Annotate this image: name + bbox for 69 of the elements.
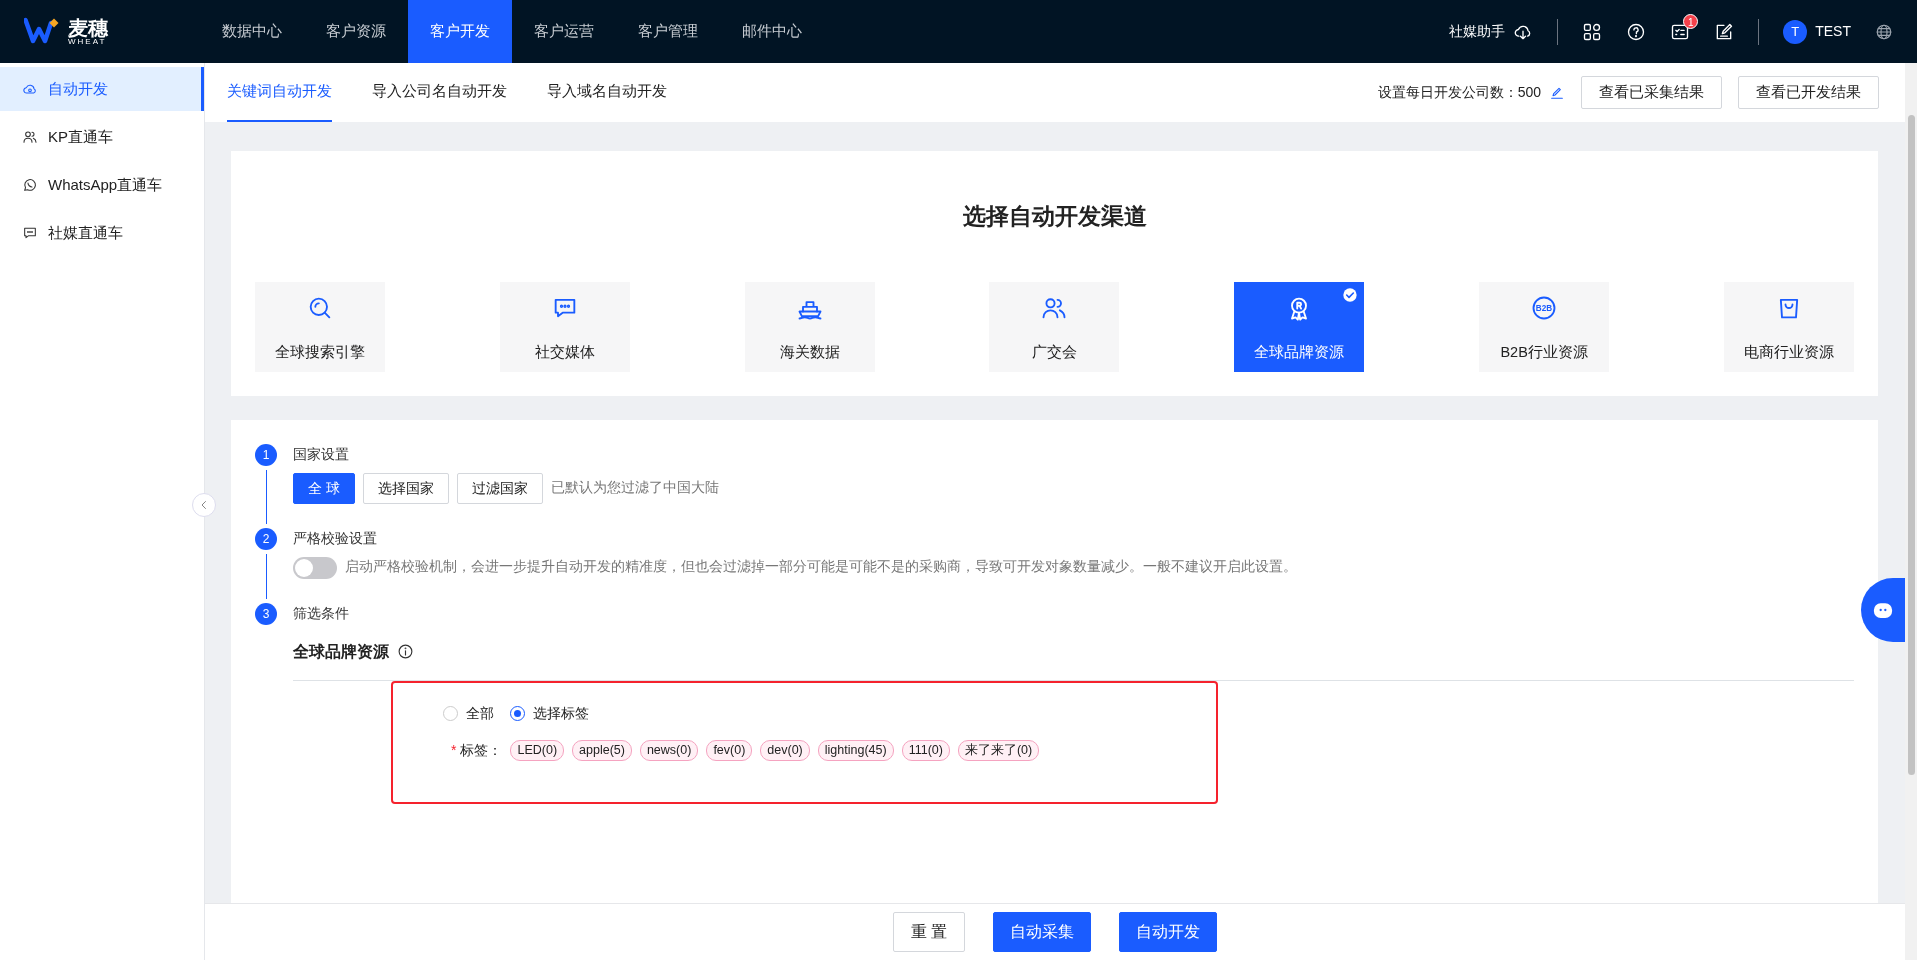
required-mark: * <box>451 740 457 760</box>
action-button[interactable]: 查看已采集结果 <box>1581 76 1722 109</box>
edit-note-icon <box>1714 21 1735 42</box>
tag[interactable]: news(0) <box>639 739 699 761</box>
footer-button[interactable]: 重 置 <box>892 912 966 952</box>
field-label: 标签： <box>460 740 503 760</box>
daily-limit-text: 设置每日开发公司数：500 <box>1377 83 1541 102</box>
description-text: 启动严格校验机制，会进一步提升自动开发的精准度，但也会过滤掉一部分可能是可能不是的采购商，导致可开发对象数量减少。一般不建议开启此设置。 <box>345 558 1297 577</box>
help-icon <box>1626 21 1647 42</box>
nav-tab[interactable]: 邮件中心 <box>720 0 824 63</box>
user-avatar[interactable]: T <box>1783 19 1808 44</box>
tag[interactable]: fev(0) <box>706 739 753 761</box>
step-title: 严格校验设置 <box>293 528 378 548</box>
tag[interactable]: lighting(45) <box>817 739 894 761</box>
radio-button[interactable] <box>510 705 525 721</box>
channel-card[interactable]: 电商行业资源 <box>1723 281 1854 372</box>
radio-label: 选择标签 <box>533 703 589 723</box>
tab[interactable]: 关键词自动开发 <box>227 63 332 122</box>
toggle-switch[interactable] <box>293 556 337 579</box>
info-icon <box>397 643 414 660</box>
radio-option[interactable]: 选择标签 <box>510 702 589 724</box>
logo-text: 麦穗 <box>68 17 108 38</box>
scrollbar-thumb[interactable] <box>1907 115 1915 775</box>
chat-icon <box>22 225 38 241</box>
nav-tab[interactable]: 客户运营 <box>512 0 616 63</box>
section-title: 选择自动开发渠道 <box>961 202 1148 231</box>
hint-text: 已默认为您过滤了中国大陆 <box>550 478 719 497</box>
step-title: 国家设置 <box>293 444 350 464</box>
channel-card[interactable]: B2B B2B行业资源 <box>1479 281 1610 372</box>
notification-badge: 1 <box>1683 13 1699 29</box>
step-number: 1 <box>255 443 277 466</box>
footer-button[interactable]: 自动开发 <box>1119 912 1218 952</box>
tag[interactable]: apple(5) <box>572 739 632 761</box>
globe-icon <box>1875 22 1893 41</box>
tag[interactable]: LED(0) <box>510 739 565 761</box>
tag[interactable]: 111(0) <box>901 739 950 761</box>
nav-tab[interactable]: 客户管理 <box>616 0 720 63</box>
tab[interactable]: 导入公司名自动开发 <box>372 63 507 122</box>
people-icon <box>22 129 38 145</box>
nav-tab[interactable]: 客户资源 <box>304 0 408 63</box>
tag[interactable]: dev(0) <box>760 739 810 761</box>
apps-icon <box>1582 21 1603 42</box>
step-number: 3 <box>255 602 277 625</box>
whatsapp-icon <box>22 177 38 193</box>
assistant-link[interactable]: 社媒助手 <box>1449 21 1506 42</box>
logo-subtitle: WHEAT <box>68 37 107 46</box>
channel-card[interactable]: 全球搜索引擎 <box>255 281 385 372</box>
footer-button[interactable]: 自动采集 <box>993 912 1092 952</box>
action-button[interactable]: 查看已开发结果 <box>1738 76 1879 109</box>
user-name: TEST <box>1815 22 1851 41</box>
channel-card[interactable]: 全球品牌资源 <box>1234 281 1365 372</box>
sidebar-item[interactable]: 自动开发 <box>0 67 204 111</box>
tab[interactable]: 导入域名自动开发 <box>547 63 667 122</box>
radio-option[interactable]: 全部 <box>443 702 494 724</box>
tag[interactable]: 来了来了(0) <box>957 739 1040 761</box>
option-button[interactable]: 全 球 <box>293 472 355 504</box>
channel-card[interactable]: 社交媒体 <box>499 281 630 372</box>
channel-card[interactable]: 海关数据 <box>744 281 875 372</box>
channel-card[interactable]: 广交会 <box>989 281 1120 372</box>
filter-heading: 全球品牌资源 <box>293 641 389 662</box>
option-button[interactable]: 选择国家 <box>362 472 449 504</box>
option-button[interactable]: 过滤国家 <box>456 472 543 504</box>
collapse-button[interactable] <box>192 493 216 517</box>
nav-tab[interactable]: 客户开发 <box>408 0 512 63</box>
nav-tab[interactable]: 数据中心 <box>200 0 304 63</box>
check-icon <box>1342 286 1359 303</box>
radio-label: 全部 <box>466 703 494 723</box>
step-title: 筛选条件 <box>293 603 350 623</box>
step-number: 2 <box>255 527 277 550</box>
